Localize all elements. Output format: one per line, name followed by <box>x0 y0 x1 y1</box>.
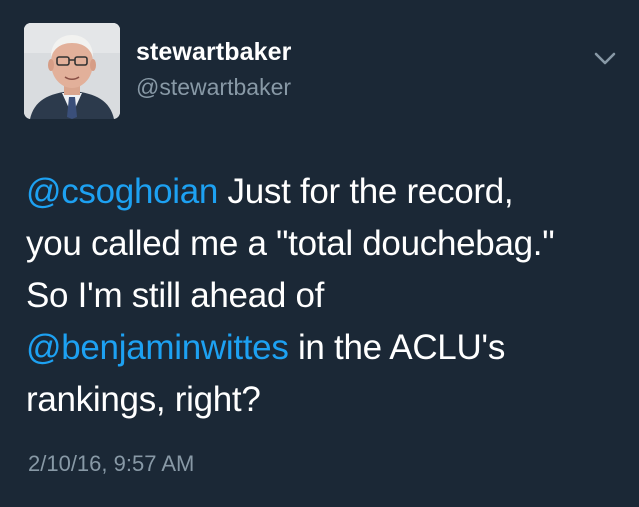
tweet-text-segment: So I'm still ahead of <box>26 276 325 315</box>
avatar[interactable] <box>24 23 120 119</box>
tweet-text: @csoghoian Just for the record, you call… <box>26 166 626 426</box>
mention-link[interactable]: @csoghoian <box>26 172 218 211</box>
tweet-line: @benjaminwittes in the ACLU's <box>26 322 626 374</box>
mention-link[interactable]: @benjaminwittes <box>26 328 289 367</box>
tweet-text-segment: Just for the record, <box>218 172 514 211</box>
tweet-line: So I'm still ahead of <box>26 270 626 322</box>
tweet-text-segment: you called me a "total douchebag." <box>26 224 555 263</box>
tweet-menu-button[interactable] <box>590 46 620 70</box>
tweet-text-segment: in the ACLU's <box>288 328 506 367</box>
tweet-timestamp[interactable]: 2/10/16, 9:57 AM <box>28 451 194 477</box>
chevron-down-icon <box>594 52 616 65</box>
tweet-card: stewartbaker @stewartbaker @csoghoian Ju… <box>0 0 639 507</box>
display-name[interactable]: stewartbaker <box>136 38 291 67</box>
tweet-line: you called me a "total douchebag." <box>26 218 626 270</box>
tweet-line: @csoghoian Just for the record, <box>26 166 626 218</box>
tweet-line: rankings, right? <box>26 374 626 426</box>
tweet-text-segment: rankings, right? <box>26 380 261 419</box>
profile-photo-icon <box>24 23 120 119</box>
user-handle[interactable]: @stewartbaker <box>136 74 291 101</box>
